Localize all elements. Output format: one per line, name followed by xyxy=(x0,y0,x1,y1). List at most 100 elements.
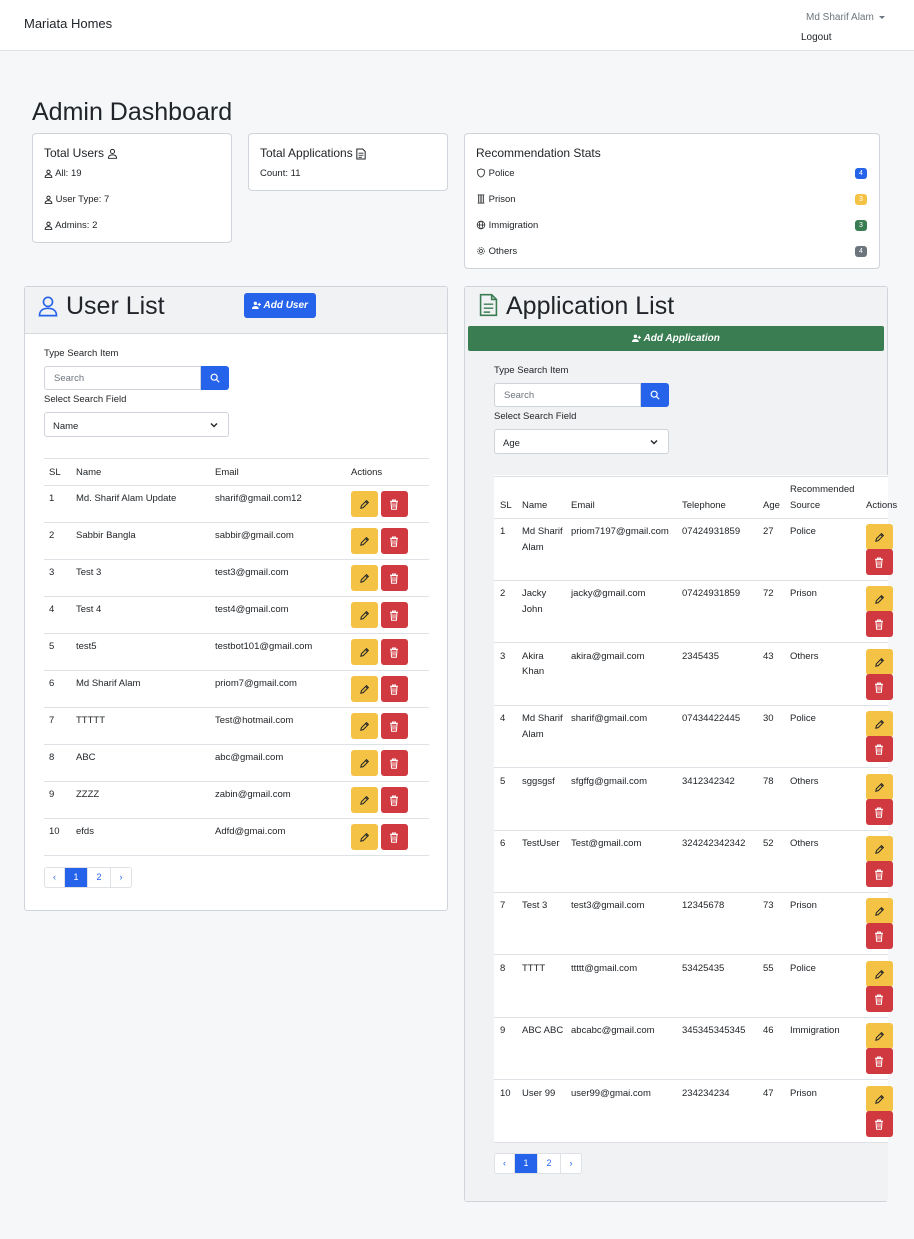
pencil-icon xyxy=(360,758,370,768)
application-list-title: Application List xyxy=(506,292,675,320)
application-email-cell: ttttt@gmail.com xyxy=(571,962,638,974)
application-source-cell: Police xyxy=(790,962,816,974)
edit-button[interactable] xyxy=(351,676,378,702)
edit-button[interactable] xyxy=(351,639,378,665)
delete-button[interactable] xyxy=(866,673,893,700)
table-row: 9 ZZZZ zabin@gmail.com xyxy=(25,782,449,819)
trash-icon xyxy=(875,1056,883,1067)
user-search-button[interactable] xyxy=(201,366,229,390)
delete-button[interactable] xyxy=(866,736,893,763)
edit-button[interactable] xyxy=(351,713,378,739)
user-list-panel: User List Add User Type Search Item Sele… xyxy=(24,286,448,911)
delete-button[interactable] xyxy=(381,491,408,517)
application-search-input[interactable] xyxy=(494,383,641,407)
delete-button[interactable] xyxy=(866,1110,893,1137)
pagination-prev[interactable]: ‹ xyxy=(45,868,65,887)
application-col-header: SL xyxy=(500,500,512,511)
delete-button[interactable] xyxy=(866,798,893,825)
edit-button[interactable] xyxy=(866,586,893,613)
application-search-field-select[interactable]: Age xyxy=(494,429,669,454)
pagination-page[interactable]: 1 xyxy=(65,868,88,887)
brand-link[interactable]: Mariata Homes xyxy=(24,16,112,31)
pencil-icon xyxy=(875,595,885,605)
user-sl-cell: 2 xyxy=(49,530,55,541)
application-email-cell: priom7197@gmail.com xyxy=(571,526,669,537)
application-email-cell: akira@gmail.com xyxy=(571,650,645,662)
rec-count-badge: 4 xyxy=(855,246,867,257)
trash-icon xyxy=(390,795,398,806)
pagination-next[interactable]: › xyxy=(561,1154,581,1173)
table-row: 4 Md Sharif Alam sharif@gmail.com 074344224… xyxy=(465,706,893,769)
delete-button[interactable] xyxy=(381,713,408,739)
edit-button[interactable] xyxy=(866,648,893,675)
pagination-page[interactable]: 2 xyxy=(88,868,111,887)
delete-button[interactable] xyxy=(381,565,408,591)
user-name-cell: Test 4 xyxy=(76,604,102,615)
edit-button[interactable] xyxy=(866,773,893,800)
application-source-cell: Immigration xyxy=(790,1025,840,1037)
application-sl-cell: 2 xyxy=(500,588,506,600)
application-age-cell: 73 xyxy=(763,900,774,912)
delete-button[interactable] xyxy=(381,787,408,813)
edit-button[interactable] xyxy=(866,711,893,738)
delete-button[interactable] xyxy=(381,528,408,554)
edit-button[interactable] xyxy=(866,960,893,987)
logout-link[interactable]: Logout xyxy=(801,32,832,43)
user-sl-cell: 8 xyxy=(49,752,55,763)
user-search-field-select[interactable]: Name xyxy=(44,412,229,437)
delete-button[interactable] xyxy=(866,1048,893,1075)
edit-button[interactable] xyxy=(351,491,378,517)
table-row: 3 Akira Khan akira@gmail.com 2345435 43 Other… xyxy=(465,644,893,706)
trash-icon xyxy=(390,499,398,510)
edit-button[interactable] xyxy=(866,524,893,550)
user-col-header: Actions xyxy=(351,467,383,478)
user-icon xyxy=(44,221,53,230)
trash-icon xyxy=(875,557,883,568)
user-search-input[interactable] xyxy=(44,366,201,390)
user-list-header: User List Add User xyxy=(25,287,447,334)
user-email-cell: Adfd@gmai.com xyxy=(215,826,286,837)
delete-button[interactable] xyxy=(381,639,408,665)
application-telephone-cell: 345345345345 xyxy=(682,1025,746,1037)
user-icon xyxy=(108,149,118,160)
pagination-prev[interactable]: ‹ xyxy=(495,1154,515,1173)
edit-button[interactable] xyxy=(351,602,378,628)
application-col-header: Telephone xyxy=(682,500,726,511)
edit-button[interactable] xyxy=(866,1085,893,1112)
edit-button[interactable] xyxy=(866,898,893,925)
application-search-button[interactable] xyxy=(641,383,669,407)
application-age-cell: 27 xyxy=(763,526,774,537)
table-row: 2 Jacky John jacky@gmail.com 07424931859 72 P… xyxy=(465,581,893,644)
delete-button[interactable] xyxy=(866,549,893,575)
application-name-cell: Md Sharif Alam xyxy=(522,526,563,553)
user-email-cell: sabbir@gmail.com xyxy=(215,530,294,541)
edit-button[interactable] xyxy=(351,750,378,776)
trash-icon xyxy=(875,994,883,1005)
delete-button[interactable] xyxy=(381,824,408,850)
edit-button[interactable] xyxy=(351,787,378,813)
delete-button[interactable] xyxy=(866,985,893,1012)
delete-button[interactable] xyxy=(381,750,408,776)
edit-button[interactable] xyxy=(351,528,378,554)
delete-button[interactable] xyxy=(866,611,893,638)
delete-button[interactable] xyxy=(866,923,893,950)
add-user-button[interactable]: Add User xyxy=(244,293,316,318)
delete-button[interactable] xyxy=(866,861,893,887)
edit-button[interactable] xyxy=(351,565,378,591)
user-email-cell: test3@gmail.com xyxy=(215,567,289,578)
user-email-cell: Test@hotmail.com xyxy=(215,715,294,726)
pagination-page[interactable]: 2 xyxy=(538,1154,561,1173)
delete-button[interactable] xyxy=(381,602,408,628)
recommendation-stats-card: Recommendation Stats Police 4 Prison 3 Imm… xyxy=(464,133,880,269)
delete-button[interactable] xyxy=(381,676,408,702)
user-sl-cell: 3 xyxy=(49,567,55,578)
pencil-icon xyxy=(875,844,885,854)
user-menu-toggle[interactable]: Md Sharif Alam xyxy=(806,12,885,23)
edit-button[interactable] xyxy=(351,824,378,850)
pagination-next[interactable]: › xyxy=(111,868,131,887)
table-row: 5 test5 testbot101@gmail.com xyxy=(25,634,449,671)
add-application-button[interactable]: Add Application xyxy=(468,326,884,351)
edit-button[interactable] xyxy=(866,1023,893,1050)
pagination-page[interactable]: 1 xyxy=(515,1154,538,1173)
edit-button[interactable] xyxy=(866,836,893,862)
